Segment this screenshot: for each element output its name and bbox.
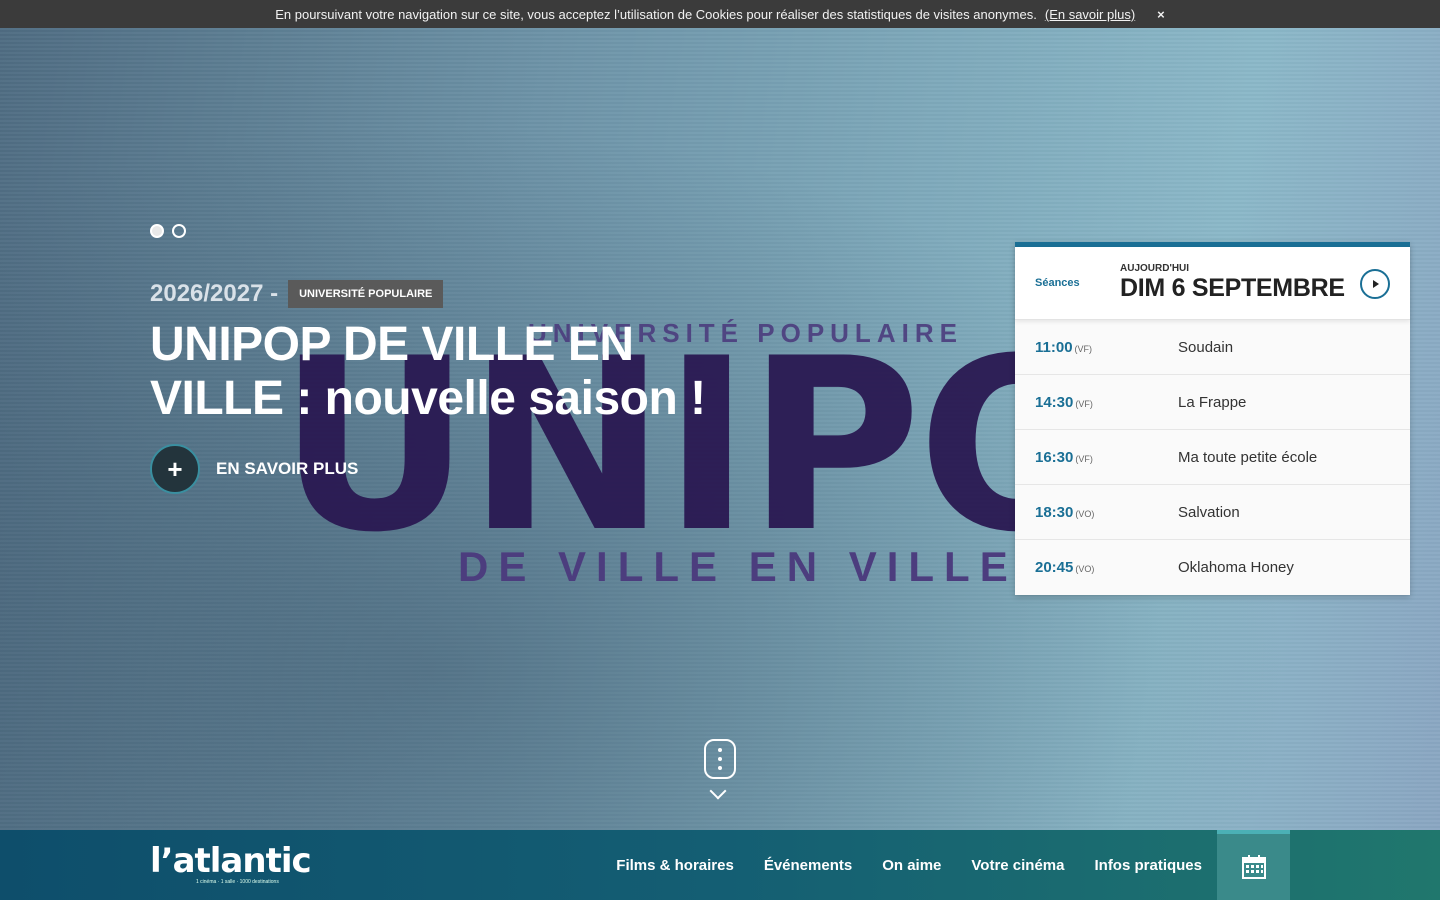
hero-meta: 2026/2027 - UNIVERSITÉ POPULAIRE xyxy=(150,280,444,308)
showtime-row[interactable]: 20:45 (VO) Oklahoma Honey xyxy=(1015,540,1410,595)
hero-title[interactable]: UNIPOP DE VILLE EN VILLE : nouvelle sais… xyxy=(150,318,710,426)
logo-text: l’atlantic xyxy=(150,841,312,881)
showtime-time: 18:30 (VO) xyxy=(1035,504,1178,521)
slider-dot-2[interactable] xyxy=(172,224,186,238)
cookie-text: En poursuivant votre navigation sur ce s… xyxy=(275,6,1037,22)
nav-item-infos[interactable]: Infos pratiques xyxy=(1094,857,1202,874)
time-value: 20:45 xyxy=(1035,559,1074,576)
time-value: 14:30 xyxy=(1035,393,1074,411)
film-title: Salvation xyxy=(1178,503,1240,521)
showtime-row[interactable]: 16:30 (VF) Ma toute petite école xyxy=(1015,430,1410,485)
calendar-button[interactable] xyxy=(1217,830,1290,900)
next-day-icon[interactable] xyxy=(1360,269,1390,299)
learn-more-label: EN SAVOIR PLUS xyxy=(216,459,359,478)
version-label: (VF) xyxy=(1075,398,1093,409)
showtime-row[interactable]: 14:30 (VF) La Frappe xyxy=(1015,375,1410,430)
scroll-dot xyxy=(718,748,722,752)
learn-more-button[interactable]: + EN SAVOIR PLUS xyxy=(150,444,358,494)
slider-dots xyxy=(150,224,186,238)
showtime-time: 16:30 (VF) xyxy=(1035,449,1178,466)
time-value: 18:30 xyxy=(1035,503,1074,521)
version-label: (VO) xyxy=(1075,564,1095,574)
hero-slider: UNIVERSITÉ POPULAIRE UNIPOP DE VILLE EN … xyxy=(0,28,1440,830)
plus-icon: + xyxy=(150,444,200,494)
slider-dot-1[interactable] xyxy=(150,224,164,238)
film-title: La Frappe xyxy=(1178,393,1247,411)
calendar-icon xyxy=(1241,855,1266,879)
showtime-time: 14:30 (VF) xyxy=(1035,394,1178,411)
showtime-row[interactable]: 11:00 (VF) Soudain xyxy=(1015,320,1410,375)
film-title: Oklahoma Honey xyxy=(1178,559,1294,576)
cookie-bar: En poursuivant votre navigation sur ce s… xyxy=(0,0,1440,28)
showtime-time: 11:00 (VF) xyxy=(1035,339,1178,356)
time-value: 11:00 xyxy=(1035,338,1073,356)
today-label: AUJOURD'HUI xyxy=(1120,263,1190,274)
nav-item-events[interactable]: Événements xyxy=(764,857,852,874)
scroll-dot xyxy=(718,757,722,761)
showtimes-label: Séances xyxy=(1035,277,1080,289)
showtimes-date-box: AUJOURD'HUI DIM 6 SEPTEMBRE xyxy=(1120,263,1345,303)
nav-menu: Films & horaires Événements On aime Votr… xyxy=(616,830,1202,900)
site-logo[interactable]: l’atlantic 1 cinéma · 1 salle · 1000 des… xyxy=(150,841,312,885)
showtimes-widget: Séances AUJOURD'HUI DIM 6 SEPTEMBRE 11:0… xyxy=(1015,242,1410,595)
mouse-icon xyxy=(704,739,736,779)
close-icon[interactable]: × xyxy=(1157,7,1165,22)
showtimes-list: 11:00 (VF) Soudain 14:30 (VF) La Frappe 16… xyxy=(1015,320,1410,595)
film-title: Soudain xyxy=(1178,338,1234,356)
version-label: (VF) xyxy=(1074,343,1093,354)
current-date: DIM 6 SEPTEMBRE xyxy=(1120,274,1345,302)
nav-item-cinema[interactable]: Votre cinéma xyxy=(971,857,1064,874)
hero-art-tagline: DE VILLE EN VILLE xyxy=(458,543,1018,590)
showtimes-header: Séances AUJOURD'HUI DIM 6 SEPTEMBRE xyxy=(1015,247,1410,320)
showtime-row[interactable]: 18:30 (VO) Salvation xyxy=(1015,485,1410,540)
cookie-more-link[interactable]: (En savoir plus) xyxy=(1045,7,1135,22)
category-badge[interactable]: UNIVERSITÉ POPULAIRE xyxy=(288,280,444,308)
film-title: Ma toute petite école xyxy=(1178,448,1318,466)
version-label: (VO) xyxy=(1075,508,1095,519)
version-label: (VF) xyxy=(1075,453,1093,464)
showtime-time: 20:45 (VO) xyxy=(1035,559,1178,576)
hero-year: 2026/2027 - xyxy=(150,280,279,307)
scroll-down-icon[interactable] xyxy=(704,739,736,803)
time-value: 16:30 xyxy=(1035,448,1074,466)
scroll-dot xyxy=(718,766,722,770)
main-nav: l’atlantic 1 cinéma · 1 salle · 1000 des… xyxy=(0,830,1440,900)
chevron-down-icon xyxy=(709,782,727,800)
nav-item-films[interactable]: Films & horaires xyxy=(616,857,734,874)
nav-item-on-aime[interactable]: On aime xyxy=(882,857,941,874)
